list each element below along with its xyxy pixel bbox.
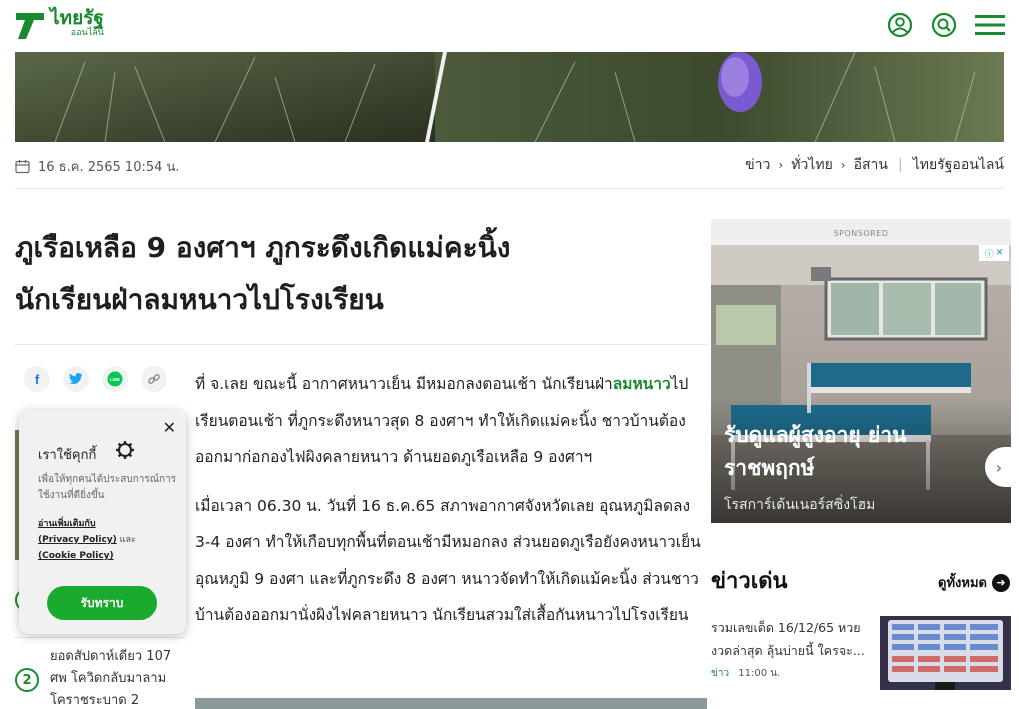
divider (15, 188, 1004, 189)
trending-item-thumbnail[interactable] (880, 616, 1011, 690)
breadcrumb-isan[interactable]: อีสาน (854, 154, 888, 176)
breadcrumb: ข่าว › ทั่วไทย › อีสาน | ไทยรัฐออนไลน์ (745, 154, 1004, 176)
headline-line-1: ภูเรือเหลือ 9 องศาฯ ภูกระดึงเกิดแม่คะนิ้… (15, 231, 511, 264)
share-bar: f LINE (24, 366, 167, 392)
publish-date: 16 ธ.ค. 2565 10:54 น. (15, 156, 180, 177)
copy-link-button[interactable] (141, 366, 167, 392)
and-text: และ (119, 535, 136, 545)
article-source: ไทยรัฐออนไลน์ (912, 157, 1004, 173)
facebook-icon: f (34, 371, 40, 387)
article-image (195, 698, 707, 709)
line-icon: LINE (107, 371, 123, 387)
ad-advertiser: โรสการ์เด้นเนอร์สซิ่งโฮม (724, 497, 876, 513)
trending-item-category[interactable]: ข่าว (711, 668, 729, 679)
arrow-right-icon: ➜ (992, 573, 1010, 592)
divider: | (897, 157, 903, 173)
headline-line-2: นักเรียนฝ่าลมหนาวไปโรงเรียน (15, 283, 384, 316)
thairath-logo-icon (16, 13, 44, 39)
sponsored-ad[interactable]: SPONSORED ⓘ ✕ รับดูแลผู้สูงอายุ ย่าน ราช… (711, 219, 1013, 523)
cookie-description: เพื่อให้ทุกคนได้ประสบการณ์การใช้งานที่ดี… (38, 474, 177, 501)
twitter-share-button[interactable] (63, 366, 89, 392)
trending-item-time: 11:00 น. (738, 668, 781, 679)
tag-link-cold[interactable]: ลมหนาว (613, 375, 671, 393)
divider (15, 637, 185, 638)
accept-cookie-button[interactable]: รับทราบ (47, 586, 157, 620)
facebook-share-button[interactable]: f (24, 366, 50, 392)
breadcrumb-region[interactable]: ทั่วไทย (791, 154, 833, 176)
menu-icon[interactable] (975, 13, 1005, 37)
paragraph-1-text: ที่ จ.เลย ขณะนี้ อากาศหนาวเย็น มีหมอกลงต… (195, 375, 613, 393)
divider (15, 344, 707, 345)
see-all-link[interactable]: ดูทั้งหมด ➜ (938, 572, 1010, 593)
read-more-link[interactable]: อ่านเพิ่มเติมกับ (38, 519, 96, 529)
see-all-label: ดูทั้งหมด (938, 576, 987, 591)
article-body: ที่ จ.เลย ขณะนี้ อากาศหนาวเย็น มีหมอกลงต… (195, 366, 707, 646)
cookie-policy-link[interactable]: (Cookie Policy) (38, 551, 114, 561)
info-icon: ⓘ (984, 249, 994, 260)
twitter-icon (69, 373, 83, 384)
adchoices-icon[interactable]: ⓘ ✕ (979, 245, 1009, 261)
paragraph-1: ที่ จ.เลย ขณะนี้ อากาศหนาวเย็น มีหมอกลงต… (195, 366, 707, 476)
rank-badge: 2 (15, 668, 39, 692)
trending-item-title[interactable]: รวมเลขเด็ด 16/12/65 หวยงวดล่าสุด ลุ้นบ่า… (711, 616, 871, 662)
article-meta: 16 ธ.ค. 2565 10:54 น. ข่าว › ทั่วไทย › อ… (15, 152, 1004, 178)
search-icon[interactable] (931, 12, 957, 38)
line-share-button[interactable]: LINE (102, 366, 128, 392)
trending-heading: ข่าวเด่น (711, 569, 788, 594)
link-icon (148, 374, 160, 384)
date-text: 16 ธ.ค. 2565 10:54 น. (38, 160, 180, 175)
article-headline: ภูเรือเหลือ 9 องศาฯ ภูกระดึงเกิดแม่คะนิ้… (15, 222, 695, 326)
cookie-links: อ่านเพิ่มเติมกับ (Privacy Policy) และ (C… (38, 516, 178, 564)
line-icon-label: LINE (110, 377, 120, 382)
logo-name: ไทยรัฐ (50, 7, 104, 29)
privacy-policy-link[interactable]: (Privacy Policy) (38, 535, 117, 545)
sponsored-label: SPONSORED (833, 229, 889, 238)
ad-title: รับดูแลผู้สูงอายุ ย่าน ราชพฤกษ์ (724, 423, 907, 480)
calendar-icon (15, 160, 30, 174)
close-icon[interactable]: ✕ (163, 418, 176, 437)
breadcrumb-news[interactable]: ข่าว (745, 154, 770, 176)
cookie-icon (116, 441, 134, 459)
user-icon[interactable] (887, 12, 913, 38)
cookie-title: เราใช้คุกกี้ (38, 448, 97, 463)
trending-item-meta: ข่าว 11:00 น. (711, 666, 780, 681)
chevron-right-icon: › (840, 158, 846, 172)
cookie-consent-popup: ✕ เราใช้คุกกี้ เพื่อให้ทุกคนได้ประสบการณ… (19, 410, 186, 634)
popular-item-title[interactable]: ยอดสัปดาห์เดียว 107 ศพ โควิดกลับมาลาม โค… (50, 646, 180, 709)
site-header: ไทยรัฐ ออนไลน์ (0, 0, 1019, 52)
hero-image (15, 52, 1004, 142)
chevron-right-icon: › (778, 158, 784, 172)
logo-sub: ออนไลน์ (70, 28, 104, 38)
paragraph-2: เมื่อเวลา 06.30 น. วันที่ 16 ธ.ค.65 สภาพ… (195, 496, 701, 625)
site-logo[interactable]: ไทยรัฐ ออนไลน์ (14, 9, 104, 41)
close-icon: ✕ (995, 248, 1004, 258)
